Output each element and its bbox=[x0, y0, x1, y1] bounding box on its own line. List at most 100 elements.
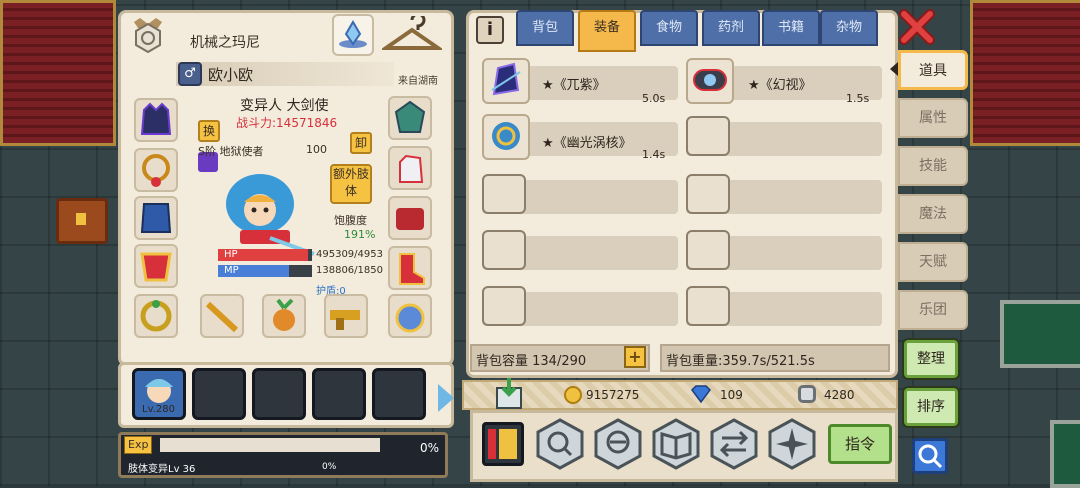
exp-badge: Exp bbox=[124, 436, 153, 454]
book-action-icon[interactable] bbox=[650, 418, 702, 470]
ring-icon bbox=[140, 300, 172, 332]
green-gem-icon bbox=[394, 100, 426, 133]
equip-slot-ring[interactable] bbox=[134, 294, 178, 338]
magnify-action-icon[interactable] bbox=[592, 418, 644, 470]
realm-number: 100 bbox=[306, 143, 327, 156]
equip-slot-charm[interactable] bbox=[262, 294, 306, 338]
limb-mutation-percent: 0% bbox=[322, 462, 337, 472]
swap-action-icon[interactable] bbox=[708, 418, 760, 470]
red-gold-armor-icon bbox=[140, 252, 172, 282]
weight-text: 背包重量:359.7s/521.5s bbox=[666, 354, 815, 369]
item-name: ★《幻视》 bbox=[748, 78, 812, 93]
wardrobe-hanger-icon[interactable] bbox=[382, 16, 442, 56]
numbered-list-icon bbox=[488, 429, 517, 459]
limb-mutation-label: 肢体变异Lv 36 bbox=[128, 464, 196, 475]
companion-slot-3[interactable] bbox=[252, 368, 306, 420]
download-icon[interactable] bbox=[494, 378, 524, 410]
compass-action-icon[interactable] bbox=[766, 418, 818, 470]
vortex-core-icon bbox=[492, 122, 520, 150]
side-tab-skills[interactable]: 技能 bbox=[898, 146, 968, 186]
boots-icon bbox=[399, 253, 425, 285]
equip-slot-chest[interactable] bbox=[134, 244, 178, 288]
class-emblem-icon bbox=[134, 18, 162, 54]
satiety-label: 饱腹度 bbox=[334, 214, 367, 227]
side-tab-talent[interactable]: 天赋 bbox=[898, 242, 968, 282]
extra-limb-button[interactable]: 额外肢体 bbox=[330, 164, 372, 204]
satiety-value: 191% bbox=[344, 228, 376, 241]
side-tab-attributes[interactable]: 属性 bbox=[898, 98, 968, 138]
search-action-icon[interactable] bbox=[534, 418, 586, 470]
empty-item-icon[interactable] bbox=[686, 286, 730, 326]
companion-slot-5[interactable] bbox=[372, 368, 426, 420]
gold-amount: 9157275 bbox=[586, 388, 640, 402]
swap-button[interactable]: 换 bbox=[198, 120, 220, 142]
equip-slot-helmet[interactable] bbox=[134, 98, 178, 142]
empty-item-icon[interactable] bbox=[482, 230, 526, 270]
close-icon[interactable] bbox=[898, 8, 936, 46]
dark-helmet-icon bbox=[140, 102, 172, 135]
organize-button[interactable]: 整理 bbox=[902, 338, 960, 380]
item-icon-slot[interactable] bbox=[482, 58, 530, 104]
companion-slot-2[interactable] bbox=[192, 368, 246, 420]
tab-misc[interactable]: 杂物 bbox=[820, 10, 878, 46]
tab-books[interactable]: 书籍 bbox=[762, 10, 820, 46]
tab-food[interactable]: 食物 bbox=[640, 10, 698, 46]
treasure-chest bbox=[56, 198, 108, 244]
command-button[interactable]: 指令 bbox=[828, 424, 892, 464]
equip-slot-orb[interactable] bbox=[388, 294, 432, 338]
item-name: ★《幽光涡核》 bbox=[542, 136, 632, 151]
green-floor-tile bbox=[1050, 420, 1080, 488]
side-tab-band[interactable]: 乐团 bbox=[898, 290, 968, 330]
unequip-button[interactable]: 卸 bbox=[350, 132, 372, 154]
equip-slot-armor[interactable] bbox=[134, 196, 178, 240]
equip-slot-staff[interactable] bbox=[200, 294, 244, 338]
equip-slot-glove[interactable] bbox=[388, 146, 432, 190]
tab-equipment[interactable]: 装备 bbox=[578, 10, 636, 52]
mp-text: 138806/1850 bbox=[316, 265, 383, 276]
tab-backpack[interactable]: 背包 bbox=[516, 10, 574, 46]
orb-icon bbox=[395, 303, 425, 333]
active-tab-pointer-icon bbox=[890, 62, 898, 76]
item-time: 1.4s bbox=[642, 148, 666, 161]
side-tab-magic[interactable]: 魔法 bbox=[898, 194, 968, 234]
item-time: 5.0s bbox=[642, 92, 666, 105]
info-button[interactable]: i bbox=[476, 16, 504, 44]
companion-next-arrow[interactable] bbox=[438, 384, 454, 412]
expand-capacity-button[interactable]: + bbox=[624, 346, 646, 368]
equip-slot-gem[interactable] bbox=[388, 96, 432, 140]
empty-item-icon[interactable] bbox=[686, 116, 730, 156]
equip-slot-boots[interactable] bbox=[388, 246, 432, 290]
numbered-list-button[interactable] bbox=[482, 422, 524, 466]
item-icon-slot[interactable] bbox=[482, 114, 530, 160]
gem-button[interactable] bbox=[332, 14, 374, 56]
combat-power: 战斗力:14571846 bbox=[236, 116, 338, 130]
crystal-icon bbox=[339, 20, 367, 48]
red-carpet bbox=[0, 0, 116, 146]
green-floor-tile bbox=[1000, 300, 1080, 368]
equip-slot-necklace[interactable] bbox=[134, 148, 178, 192]
hp-label: HP bbox=[224, 249, 238, 260]
search-icon bbox=[918, 444, 943, 469]
glove-icon bbox=[399, 154, 424, 183]
red-carpet bbox=[970, 0, 1080, 146]
empty-item-icon[interactable] bbox=[482, 286, 526, 326]
player-name: 欧小欧 bbox=[208, 66, 254, 84]
purple-armor-icon bbox=[491, 62, 521, 96]
item-icon-slot[interactable] bbox=[686, 58, 734, 104]
sort-button[interactable]: 排序 bbox=[902, 386, 960, 428]
hp-text: 495309/4953 bbox=[316, 249, 383, 260]
empty-item-icon[interactable] bbox=[482, 174, 526, 214]
search-button[interactable] bbox=[912, 438, 948, 474]
empty-item-icon[interactable] bbox=[686, 174, 730, 214]
equip-slot-weapon[interactable] bbox=[324, 294, 368, 338]
capacity-text: 背包容量 134/290 bbox=[476, 354, 587, 369]
red-belt-icon bbox=[396, 208, 424, 230]
companion-slot-4[interactable] bbox=[312, 368, 366, 420]
companion-level: Lv.280 bbox=[142, 404, 175, 415]
tab-potion[interactable]: 药剂 bbox=[702, 10, 760, 46]
side-tab-items[interactable]: 道具 bbox=[898, 50, 968, 90]
empty-item-icon[interactable] bbox=[686, 230, 730, 270]
equip-slot-belt[interactable] bbox=[388, 196, 432, 240]
item-name: ★《兀紫》 bbox=[542, 78, 606, 93]
class-name: 机械之玛尼 bbox=[190, 35, 260, 51]
